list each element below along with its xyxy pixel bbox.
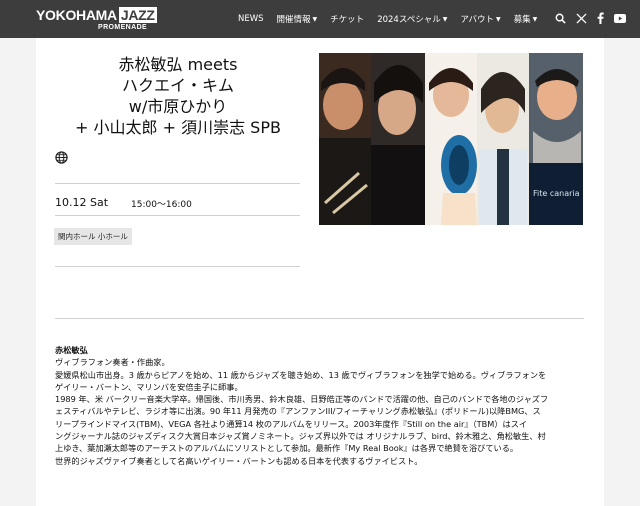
globe-icon[interactable] (55, 151, 68, 164)
bio-line: 上ゆき、葉加瀬太郎等のアーチストのアルバムにソリストとして参加。最新作『My R… (55, 443, 519, 454)
facebook-icon[interactable] (597, 12, 604, 24)
search-icon[interactable] (555, 13, 566, 24)
artists-photo-image: Fite canaria (319, 53, 583, 225)
divider (55, 183, 300, 184)
bio-line: ヴィブラフォン奏者・作曲家。 (55, 357, 170, 368)
venue-tag[interactable]: 関内ホール 小ホール (54, 228, 132, 245)
divider (55, 318, 584, 319)
event-date: 10.12 Sat (55, 196, 109, 209)
chevron-down-icon: ▼ (442, 15, 448, 23)
youtube-icon[interactable] (614, 13, 626, 23)
divider (55, 215, 300, 216)
nav-tickets[interactable]: チケット (330, 13, 364, 25)
bio-line: ングジャーナル誌のジャズディスク大賞日本ジャズ賞ノミネート。ジャズ界以外では オ… (55, 431, 546, 442)
nav-recruit[interactable]: 募集 ▼ (514, 13, 538, 25)
header-icons (555, 12, 626, 24)
event-title-line: w/市原ひかり (128, 97, 228, 116)
artists-photo: Fite canaria (319, 53, 583, 225)
event-title-line: ハクエイ・キム (121, 76, 234, 95)
event-title: 赤松敏弘 meets ハクエイ・キム w/市原ひかり + 小山太郎 + 須川崇志… (46, 54, 310, 138)
nav-2024-special-label: 2024スペシャル (377, 15, 441, 25)
top-navigation-bar: YOKOHAMA JAZZ PROMENADE NEWS 開催情報 ▼ チケット 2… (0, 0, 640, 38)
chevron-down-icon: ▼ (312, 15, 318, 23)
site-logo[interactable]: YOKOHAMA JAZZ PROMENADE (36, 7, 157, 31)
bio-name: 赤松敏弘 (55, 345, 88, 355)
event-title-line: 赤松敏弘 meets (118, 55, 238, 74)
bio-line: ゲイリー・バートン、マリンバを安倍圭子に師事。 (55, 381, 243, 392)
event-detail-card: 赤松敏弘 meets ハクエイ・キム w/市原ひかり + 小山太郎 + 須川崇志… (36, 38, 604, 506)
artist-bio: 赤松敏弘 ヴィブラフォン奏者・作曲家。 愛媛県松山市出身。3 歳からピアノを始め… (55, 344, 595, 467)
bio-line: リープラインドマイス(TBM)、VEGA 各社より通算14 枚のアルバムをリリー… (55, 418, 528, 429)
event-time: 15:00〜16:00 (131, 200, 192, 210)
chevron-down-icon: ▼ (496, 15, 501, 23)
bio-line: 愛媛県松山市出身。3 歳からピアノを始め、11 歳からジャズを聴き始め、13 歳… (55, 369, 547, 380)
nav-event-info[interactable]: 開催情報 ▼ (277, 13, 318, 25)
main-nav: NEWS 開催情報 ▼ チケット 2024スペシャル ▼ アバウト ▼ 募集 ▼ (238, 13, 550, 25)
divider (55, 266, 300, 267)
bio-line: 世界的ジャズヴァイブ奏者として名高いゲイリー・バートンも認める日本を代表するヴァ… (55, 455, 423, 466)
event-title-line: + 小山太郎 + 須川崇志 SPB (75, 118, 281, 137)
logo-text: YOKOHAMA (36, 7, 117, 23)
logo-jazz-text: JAZZ (118, 7, 157, 23)
bio-line: 1989 年、米 バークリー音楽大学卒。帰国後、市川秀男、鈴木良雄、日野皓正等の… (55, 394, 549, 405)
nav-2024-special[interactable]: 2024スペシャル ▼ (377, 13, 447, 25)
shirt-text: Fite canaria (533, 189, 580, 198)
chevron-down-icon: ▼ (532, 15, 538, 23)
nav-recruit-label: 募集 (513, 15, 531, 25)
bio-line: ェスティバルやテレビ、ラジオ等に出演。90 年11 月発売の『アンファンIII/… (55, 406, 541, 417)
nav-news[interactable]: NEWS (238, 13, 264, 25)
logo-subtitle: PROMENADE (98, 24, 148, 31)
nav-about-label: アバウト (460, 15, 495, 25)
nav-tickets-label: チケット (330, 15, 365, 25)
nav-about[interactable]: アバウト ▼ (460, 13, 500, 25)
x-icon[interactable] (576, 12, 587, 24)
nav-event-info-label: 開催情報 (276, 15, 311, 25)
nav-news-label: NEWS (238, 14, 264, 24)
